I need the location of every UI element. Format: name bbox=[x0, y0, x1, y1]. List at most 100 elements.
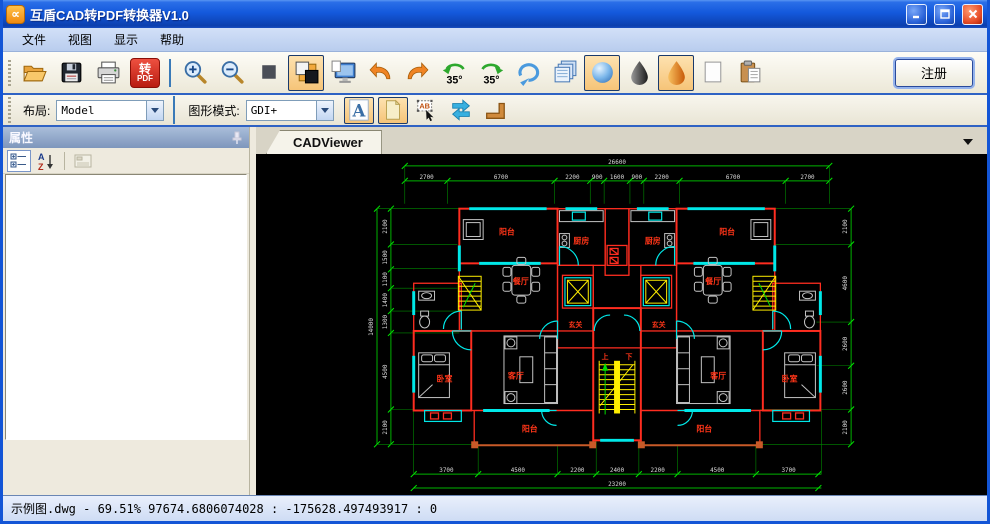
layout-toolbar: 布局: Model 图形模式: GDI+ A bbox=[3, 95, 987, 127]
close-button[interactable] bbox=[962, 4, 983, 25]
render-sphere-button[interactable] bbox=[584, 55, 620, 91]
open-file-button[interactable] bbox=[16, 55, 52, 91]
svg-text:餐厅: 餐厅 bbox=[512, 276, 529, 286]
properties-toolbar: A Z bbox=[3, 148, 249, 174]
tab-cadviewer[interactable]: CADViewer bbox=[266, 130, 382, 154]
svg-text:4600: 4600 bbox=[842, 276, 849, 291]
alphabetical-sort-button[interactable]: A Z bbox=[34, 150, 58, 172]
graphics-mode-select[interactable]: GDI+ bbox=[246, 100, 334, 121]
statusbar: 示例图.dwg - 69.51% 97674.6806074028 : -175… bbox=[3, 495, 987, 521]
menu-display[interactable]: 显示 bbox=[103, 28, 149, 51]
sphere-icon bbox=[589, 59, 616, 86]
paste-button[interactable] bbox=[732, 55, 768, 91]
toolbar-separator bbox=[169, 59, 171, 87]
register-button[interactable]: 注册 bbox=[895, 59, 973, 87]
svg-text:厨房: 厨房 bbox=[645, 235, 661, 245]
undo-button[interactable] bbox=[362, 55, 398, 91]
graphics-mode-arrow-button[interactable] bbox=[316, 101, 333, 120]
grayscale-button[interactable] bbox=[621, 55, 657, 91]
maximize-icon bbox=[939, 8, 951, 20]
svg-text:阳台: 阳台 bbox=[719, 227, 735, 237]
fit-to-screen-button[interactable] bbox=[325, 55, 361, 91]
print-icon bbox=[95, 59, 122, 86]
viewer-column: CADViewer bbox=[256, 127, 987, 495]
pin-icon[interactable] bbox=[231, 131, 243, 145]
rotate-left-35-button[interactable]: 35° bbox=[436, 55, 472, 91]
select-text-button[interactable]: AB bbox=[412, 97, 442, 124]
properties-grid[interactable] bbox=[5, 174, 247, 440]
minimize-button[interactable] bbox=[906, 4, 927, 25]
orange-droplet-icon bbox=[663, 59, 690, 86]
svg-text:2100: 2100 bbox=[842, 219, 849, 234]
toolbar2-separator bbox=[173, 96, 175, 124]
convert-pdf-icon: 转 PDF bbox=[130, 58, 160, 88]
svg-text:26600: 26600 bbox=[608, 159, 626, 166]
menu-file[interactable]: 文件 bbox=[11, 28, 57, 51]
svg-text:餐厅: 餐厅 bbox=[704, 276, 721, 286]
corner-angle-button[interactable] bbox=[480, 97, 510, 124]
actual-size-button[interactable] bbox=[251, 55, 287, 91]
layout-select[interactable]: Model bbox=[56, 100, 164, 121]
undo-icon bbox=[367, 59, 394, 86]
show-text-button[interactable]: A bbox=[344, 97, 374, 124]
new-blank-button[interactable] bbox=[695, 55, 731, 91]
svg-text:23200: 23200 bbox=[608, 481, 626, 488]
print-button[interactable] bbox=[90, 55, 126, 91]
svg-text:4500: 4500 bbox=[511, 467, 526, 474]
property-pages-button[interactable] bbox=[71, 150, 95, 172]
viewer-tabbar: CADViewer bbox=[256, 127, 987, 154]
svg-text:6700: 6700 bbox=[726, 174, 741, 181]
property-page-icon bbox=[74, 153, 92, 169]
status-text: 示例图.dwg - 69.51% 97674.6806074028 : -175… bbox=[11, 500, 437, 517]
svg-text:1600: 1600 bbox=[610, 174, 625, 181]
svg-text:2600: 2600 bbox=[842, 380, 849, 395]
page-icon bbox=[381, 98, 405, 122]
clipboard-paste-icon bbox=[737, 59, 764, 86]
page-style-button[interactable] bbox=[378, 97, 408, 124]
blank-page-icon bbox=[700, 59, 727, 86]
swap-compare-button[interactable] bbox=[446, 97, 476, 124]
svg-text:玄关: 玄关 bbox=[568, 320, 582, 329]
close-icon bbox=[967, 8, 979, 20]
properties-panel: 属性 bbox=[3, 127, 250, 495]
categorized-view-button[interactable] bbox=[7, 150, 31, 172]
svg-text:卧室: 卧室 bbox=[782, 374, 798, 384]
svg-text:上: 上 bbox=[602, 352, 609, 361]
rotate-right-35-button[interactable]: 35° bbox=[473, 55, 509, 91]
background-color-button[interactable] bbox=[288, 55, 324, 91]
categorized-icon bbox=[10, 152, 28, 170]
tab-list-dropdown-icon[interactable] bbox=[963, 139, 973, 145]
layers-button[interactable] bbox=[547, 55, 583, 91]
redo-button[interactable] bbox=[399, 55, 435, 91]
menu-view[interactable]: 视图 bbox=[57, 28, 103, 51]
svg-text:35°: 35° bbox=[483, 75, 499, 87]
svg-text:玄关: 玄关 bbox=[652, 320, 666, 329]
zoom-out-button[interactable] bbox=[214, 55, 250, 91]
svg-text:厨房: 厨房 bbox=[573, 235, 589, 245]
rotate-right-35-icon: 35° bbox=[477, 58, 506, 87]
svg-text:3700: 3700 bbox=[781, 467, 796, 474]
zoom-in-button[interactable] bbox=[177, 55, 213, 91]
rotate-circular-icon bbox=[515, 59, 542, 86]
corner-angle-icon bbox=[483, 98, 507, 122]
rotate-view-button[interactable] bbox=[510, 55, 546, 91]
svg-text:客厅: 客厅 bbox=[507, 371, 524, 381]
zoom-in-icon bbox=[182, 59, 209, 86]
menu-help[interactable]: 帮助 bbox=[149, 28, 195, 51]
svg-text:2200: 2200 bbox=[565, 174, 580, 181]
svg-text:1100: 1100 bbox=[382, 272, 389, 287]
cad-canvas[interactable]: 26600 2700 6700 2200 900 1600 900 2200 6… bbox=[256, 154, 987, 495]
convert-to-pdf-button[interactable]: 转 PDF bbox=[127, 55, 163, 91]
az-sort-icon: A Z bbox=[37, 151, 55, 171]
layout-select-arrow-button[interactable] bbox=[146, 101, 163, 120]
svg-text:A: A bbox=[351, 100, 366, 120]
maximize-button[interactable] bbox=[934, 4, 955, 25]
open-folder-icon bbox=[21, 59, 48, 86]
actual-size-icon bbox=[256, 59, 283, 86]
color-render-button[interactable] bbox=[658, 55, 694, 91]
save-button[interactable] bbox=[53, 55, 89, 91]
svg-text:1400: 1400 bbox=[382, 293, 389, 308]
svg-text:阳台: 阳台 bbox=[696, 423, 712, 433]
toolbar2-grip bbox=[8, 97, 11, 123]
monitor-icon bbox=[330, 59, 357, 86]
